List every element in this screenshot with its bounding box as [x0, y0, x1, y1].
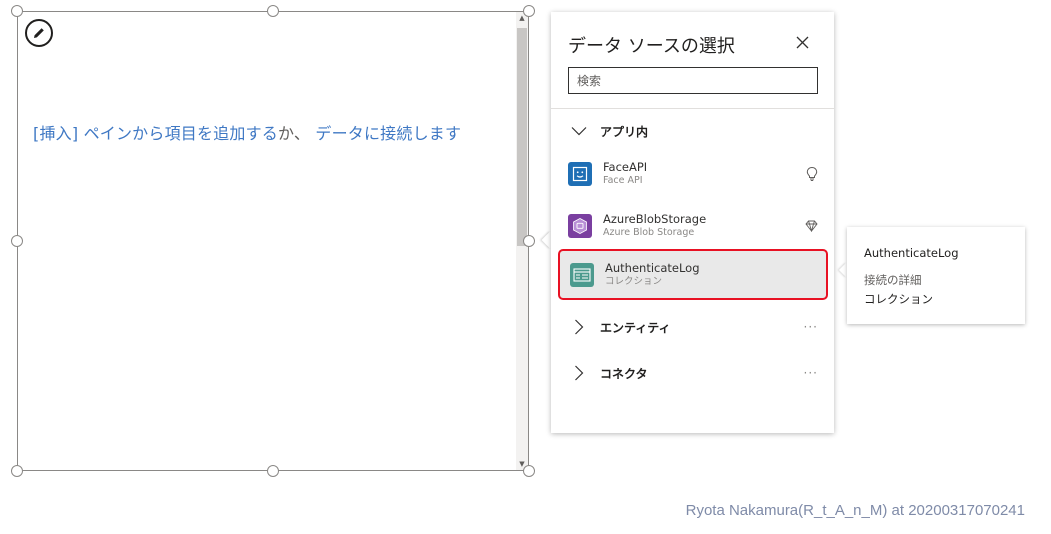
entities-more-button[interactable]: ···	[804, 320, 818, 334]
resize-handle-bottom-left[interactable]	[11, 465, 23, 477]
close-icon[interactable]	[794, 34, 810, 50]
data-source-subtitle: コレクション	[605, 275, 663, 287]
connectors-more-button[interactable]: ···	[804, 366, 818, 380]
azure-blob-storage-icon	[568, 214, 592, 238]
search-input[interactable]	[568, 67, 818, 94]
collection-icon	[570, 262, 594, 287]
scrollbar-thumb[interactable]	[517, 28, 527, 246]
data-source-subtitle: Face API	[603, 175, 643, 186]
tooltip-title: AuthenticateLog	[864, 246, 959, 260]
tooltip-connection-details: 接続の詳細	[864, 273, 922, 287]
data-source-name: FaceAPI	[603, 160, 648, 174]
group-entities[interactable]: エンティティ	[568, 315, 671, 339]
or-text: か、	[277, 124, 311, 143]
chevron-right-icon	[568, 365, 590, 381]
gallery-empty-message: [挿入] ペインから項目を追加するか、 データに接続します	[33, 120, 461, 144]
flyout-title: データ ソースの選択	[568, 36, 735, 57]
resize-handle-top[interactable]	[267, 5, 279, 17]
chevron-down-icon	[568, 126, 590, 136]
group-connectors[interactable]: コネクタ	[568, 361, 648, 385]
insert-pane-link[interactable]: [挿入]	[33, 124, 78, 143]
data-source-name: AuthenticateLog	[605, 260, 700, 275]
data-source-authenticatelog[interactable]: AuthenticateLog コレクション	[558, 249, 828, 300]
data-source-azureblobstorage[interactable]: AzureBlobStorage Azure Blob Storage	[557, 202, 828, 250]
data-source-tooltip: AuthenticateLog 接続の詳細 コレクション	[847, 227, 1025, 324]
lightbulb-icon	[806, 166, 818, 182]
group-in-app[interactable]: アプリ内	[568, 119, 648, 143]
resize-handle-top-left[interactable]	[11, 5, 23, 17]
data-source-subtitle: Azure Blob Storage	[603, 227, 695, 238]
tooltip-type: コレクション	[864, 292, 933, 306]
resize-handle-right[interactable]	[523, 235, 535, 247]
add-items-text: ペインから項目を追加する	[78, 124, 278, 143]
resize-handle-bottom[interactable]	[267, 465, 279, 477]
data-source-name: AzureBlobStorage	[603, 212, 707, 226]
group-in-app-label: アプリ内	[600, 124, 649, 139]
edit-pencil-icon[interactable]	[25, 19, 53, 47]
group-entities-label: エンティティ	[600, 320, 671, 335]
resize-handle-top-right[interactable]	[523, 5, 535, 17]
face-api-icon	[568, 162, 592, 186]
flyout-divider	[551, 108, 834, 109]
watermark-text: Ryota Nakamura(R_t_A_n_M) at 20200317070…	[685, 502, 1025, 519]
connect-data-link[interactable]: データに接続します	[310, 124, 461, 143]
gallery-control[interactable]: [挿入] ペインから項目を追加するか、 データに接続します ▲ ▼	[17, 11, 529, 471]
diamond-icon	[805, 220, 818, 232]
group-connectors-label: コネクタ	[600, 366, 648, 381]
resize-handle-left[interactable]	[11, 235, 23, 247]
chevron-right-icon	[568, 319, 590, 335]
data-source-faceapi[interactable]: FaceAPI Face API	[557, 150, 828, 198]
data-source-flyout: データ ソースの選択 アプリ内 FaceAPI Face API	[551, 12, 834, 433]
resize-handle-bottom-right[interactable]	[523, 465, 535, 477]
